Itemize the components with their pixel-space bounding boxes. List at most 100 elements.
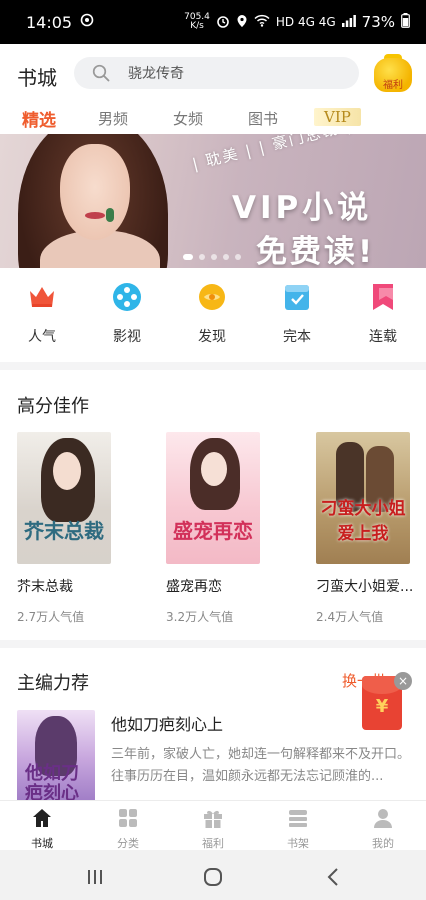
tab-books[interactable]: 图书 [248,108,278,129]
nav-category[interactable]: 分类 [98,807,158,851]
section-title-editor-picks: 主编力荐 [17,673,89,694]
category-finished[interactable]: 完本 [267,282,327,346]
cover-title: 盛宠再恋 [173,519,253,543]
gift-icon [204,810,222,828]
tab-female[interactable]: 女频 [173,108,203,129]
top-bar: 书城 骁龙传奇 福利 [0,44,426,104]
tab-featured[interactable]: 精选 [22,106,56,131]
category-serial[interactable]: 连载 [353,282,413,346]
category-label: 发现 [198,329,226,345]
search-placeholder: 骁龙传奇 [128,66,184,82]
book-cover[interactable]: 刁蛮大小姐爱上我 [316,432,410,564]
book-cover[interactable]: 盛宠再恋 [166,432,260,564]
cover-figure-face [53,452,81,490]
discover-icon [199,284,225,310]
nav-label: 书架 [287,837,309,850]
section-divider [0,640,426,648]
category-label: 连载 [369,329,397,345]
banner-model-face [60,144,130,240]
cover-figure-face [201,452,227,486]
category-label: 影视 [113,329,141,345]
banner-genre-tags: | 耽美 | | 豪门总裁 | | 现代都市 | [190,134,426,174]
wifi-icon [254,14,270,30]
system-navigation-bar [0,850,426,900]
banner-title-line1: VIP小说 [232,190,373,226]
nav-profile[interactable]: 我的 [353,807,413,851]
banner-earring [106,208,114,222]
nav-label: 书城 [31,837,53,850]
cover-title: 芥末总裁 [24,519,104,543]
section-divider [0,362,426,370]
book-card[interactable]: 芥末总裁 芥末总裁 2.7万人气值 [17,432,141,625]
banner-dot[interactable] [211,254,217,260]
banner-dot[interactable] [183,254,193,260]
crown-icon [30,287,54,307]
category-popular[interactable]: 人气 [12,282,72,346]
banner-title-line2: 免费读! [256,234,376,268]
bookshelf-icon [289,810,307,827]
nav-welfare[interactable]: 福利 [183,807,243,851]
search-icon [92,64,110,82]
home-icon [33,809,51,827]
nav-bookstore[interactable]: 书城 [12,807,72,851]
book-popularity: 3.2万人气值 [166,610,234,624]
book-title: 他如刀疤刻心上 [111,715,224,734]
recent-apps-icon[interactable] [83,865,107,889]
battery-icon [401,13,410,31]
network-speed: 705.4 K/s [184,13,210,31]
category-shortcuts: 人气 影视 发现 完本 连载 [0,282,426,352]
red-packet-float[interactable]: ¥ × [362,672,412,732]
search-bar[interactable]: 骁龙传奇 [74,57,359,89]
location-icon [236,14,248,31]
banner-dot[interactable] [199,254,205,260]
banner-dot[interactable] [223,254,229,260]
data-saver-icon [80,13,94,31]
book-card[interactable]: 刁蛮大小姐爱上我 刁蛮大小姐爱... 2.4万人气值 [316,432,426,625]
grid-icon [119,809,137,827]
book-description: 三年前，家破人亡，她却连一句解释都来不及开口。往事历历在目，温如颜永远都无法忘记… [111,747,411,784]
profile-icon [374,809,392,828]
channel-tabs: 精选 男频 女频 图书 VIP [0,104,426,134]
nav-bookshelf[interactable]: 书架 [268,807,328,851]
yen-symbol: ¥ [375,696,389,717]
finished-book-icon [285,285,309,310]
nav-label: 我的 [372,837,394,850]
bottom-navigation: 书城 分类 福利 书架 我的 [0,800,426,850]
nav-label: 福利 [202,837,224,850]
book-popularity: 2.7万人气值 [17,610,85,624]
welfare-button[interactable]: 福利 [374,54,412,92]
section-title-high-score: 高分佳作 [17,396,89,417]
category-label: 人气 [28,329,56,345]
back-icon[interactable] [322,865,346,889]
welfare-label: 福利 [383,80,403,91]
close-icon[interactable]: × [394,672,412,690]
cover-title: 刁蛮大小姐爱上我 [320,499,406,544]
promo-banner[interactable]: | 耽美 | | 豪门总裁 | | 现代都市 | VIP小说 免费读! [0,134,426,268]
film-reel-icon [113,283,141,311]
book-title: 芥末总裁 [17,579,73,595]
page-title: 书城 [17,66,57,90]
tab-vip[interactable]: VIP [314,108,361,126]
category-discover[interactable]: 发现 [182,282,242,346]
book-popularity: 2.4万人气值 [316,610,384,624]
book-cover[interactable]: 芥末总裁 [17,432,111,564]
signal-bars-icon [341,14,356,30]
category-film[interactable]: 影视 [97,282,157,346]
alarm-icon [216,14,230,31]
book-cover[interactable]: 他如刀疤刻心上 [17,710,95,806]
category-label: 完本 [283,329,311,345]
nav-label: 分类 [117,837,139,850]
home-button-icon[interactable] [201,865,225,889]
status-bar: 14:05 705.4 K/s HD 4G 4G 73% [0,0,426,44]
book-title: 刁蛮大小姐爱... [316,579,414,595]
banner-model-lips [85,212,105,219]
cellular-signal: HD 4G 4G [275,15,336,29]
serial-bookmark-icon [373,284,393,310]
banner-dot[interactable] [235,254,241,260]
tab-male[interactable]: 男频 [98,108,128,129]
banner-pagination [183,254,241,260]
status-time: 14:05 [26,12,73,32]
battery-level: 73% [361,13,395,31]
book-card[interactable]: 盛宠再恋 盛宠再恋 3.2万人气值 [166,432,290,625]
book-title: 盛宠再恋 [166,579,222,595]
